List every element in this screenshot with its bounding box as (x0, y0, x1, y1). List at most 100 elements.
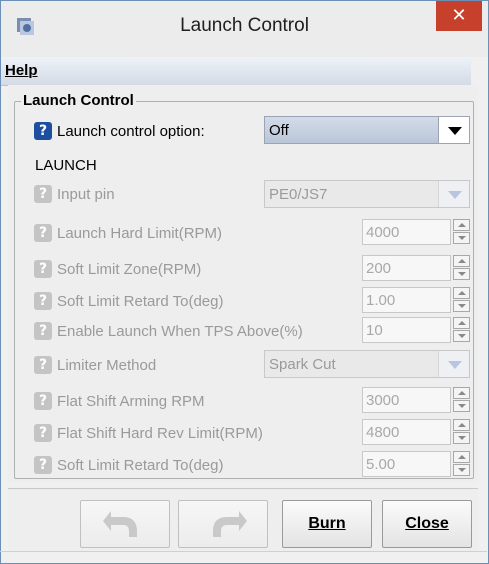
field-value: 1.00 (366, 292, 396, 309)
launch-hard-limit-spinner[interactable]: 4000 (362, 219, 470, 245)
redo-button[interactable] (178, 500, 268, 548)
chevron-down-icon (448, 191, 462, 199)
field-label: Limiter Method (57, 357, 157, 374)
spin-up-icon[interactable] (453, 317, 470, 329)
help-icon: ? (34, 322, 52, 340)
field-row-soft-limit-zone: ? Soft Limit Zone(RPM) (34, 257, 354, 283)
field-label: Input pin (57, 186, 115, 203)
spin-down-icon[interactable] (453, 232, 470, 244)
spin-down-icon[interactable] (453, 400, 470, 412)
spinner-buttons (453, 219, 470, 245)
burn-label: Burn (308, 515, 346, 532)
field-value: Spark Cut (269, 356, 336, 373)
soft-limit-zone-spinner[interactable]: 200 (362, 255, 470, 281)
help-icon: ? (34, 356, 52, 374)
undo-arrow-icon (103, 511, 137, 537)
input-pin-select[interactable]: PE0/JS7 (264, 180, 470, 208)
soft-limit-retard-spinner[interactable]: 1.00 (362, 287, 470, 313)
spin-down-icon[interactable] (453, 300, 470, 312)
help-icon: ? (34, 224, 52, 242)
dropdown-arrow[interactable] (438, 181, 469, 207)
field-label: Soft Limit Retard To(deg) (57, 457, 224, 474)
spin-up-icon[interactable] (453, 419, 470, 431)
field-value: 200 (366, 260, 392, 277)
field-label: Soft Limit Zone(RPM) (57, 261, 202, 278)
menu-help[interactable]: Help (5, 62, 38, 79)
dropdown-arrow[interactable] (438, 351, 469, 377)
field-value: 4000 (366, 224, 400, 241)
field-label: Flat Shift Arming RPM (57, 393, 205, 410)
spinner-field[interactable]: 10 (362, 317, 451, 343)
spinner-field[interactable]: 1.00 (362, 287, 451, 313)
dropdown-arrow[interactable] (438, 117, 469, 143)
field-row-soft-limit-retard: ? Soft Limit Retard To(deg) (34, 289, 354, 315)
spinner-field[interactable]: 3000 (362, 387, 451, 413)
menu-bar: Help (1, 57, 471, 86)
help-icon[interactable]: ? (34, 122, 52, 140)
launch-option-value: Off (269, 122, 289, 139)
field-label: Soft Limit Retard To(deg) (57, 293, 224, 310)
close-window-button[interactable]: ✕ (436, 1, 482, 31)
burn-button[interactable]: Burn (282, 500, 372, 548)
help-icon: ? (34, 456, 52, 474)
group-title: Launch Control (21, 92, 136, 109)
limiter-method-select[interactable]: Spark Cut (264, 350, 470, 378)
close-label: Close (405, 515, 449, 532)
help-icon: ? (34, 292, 52, 310)
window-title: Launch Control (180, 15, 309, 36)
spinner-buttons (453, 419, 470, 445)
enable-launch-tps-spinner[interactable]: 10 (362, 317, 470, 343)
spin-down-icon[interactable] (453, 432, 470, 444)
field-row-input-pin: ? Input pin (34, 182, 254, 208)
spin-up-icon[interactable] (453, 255, 470, 267)
soft-limit-retard-2-spinner[interactable]: 5.00 (362, 451, 470, 477)
flat-shift-arming-spinner[interactable]: 3000 (362, 387, 470, 413)
flat-shift-hard-rev-spinner[interactable]: 4800 (362, 419, 470, 445)
title-bar: Launch Control ✕ (1, 1, 488, 57)
field-value: 10 (366, 322, 383, 339)
help-icon: ? (34, 260, 52, 278)
launch-option-select[interactable]: Off (264, 116, 470, 144)
spinner-field[interactable]: 4800 (362, 419, 451, 445)
field-value: 4800 (366, 424, 400, 441)
spin-down-icon[interactable] (453, 330, 470, 342)
bottom-border (0, 551, 487, 552)
field-value: 5.00 (366, 456, 396, 473)
spin-up-icon[interactable] (453, 219, 470, 231)
spinner-buttons (453, 387, 470, 413)
field-row-soft-limit-retard-2: ? Soft Limit Retard To(deg) (34, 453, 354, 479)
close-icon: ✕ (451, 5, 467, 25)
spin-up-icon[interactable] (453, 287, 470, 299)
chevron-down-icon (448, 361, 462, 369)
field-label: Launch Hard Limit(RPM) (57, 225, 223, 242)
undo-button[interactable] (80, 500, 170, 548)
close-button[interactable]: Close (382, 500, 472, 548)
field-row-launch-hard-limit: ? Launch Hard Limit(RPM) (34, 221, 354, 247)
spin-down-icon[interactable] (453, 268, 470, 280)
spin-up-icon[interactable] (453, 451, 470, 463)
spinner-buttons (453, 451, 470, 477)
launch-option-label: Launch control option: (57, 123, 205, 140)
field-row-flat-shift-hard-rev: ? Flat Shift Hard Rev Limit(RPM) (34, 421, 354, 447)
help-icon: ? (34, 392, 52, 410)
spin-up-icon[interactable] (453, 387, 470, 399)
field-row-flat-shift-arming: ? Flat Shift Arming RPM (34, 389, 354, 415)
spinner-buttons (453, 255, 470, 281)
spinner-field[interactable]: 5.00 (362, 451, 451, 477)
section-label-launch: LAUNCH (35, 157, 97, 174)
redo-arrow-icon (213, 511, 247, 537)
field-row-limiter-method: ? Limiter Method (34, 353, 254, 379)
field-label: Flat Shift Hard Rev Limit(RPM) (57, 425, 263, 442)
spinner-buttons (453, 317, 470, 343)
field-value: PE0/JS7 (269, 186, 328, 203)
field-label: Enable Launch When TPS Above(%) (57, 323, 303, 340)
spinner-field[interactable]: 4000 (362, 219, 451, 245)
help-icon: ? (34, 185, 52, 203)
spin-down-icon[interactable] (453, 464, 470, 476)
spinner-buttons (453, 287, 470, 313)
chevron-down-icon (448, 127, 462, 135)
field-value: 3000 (366, 392, 400, 409)
field-row-enable-launch-tps: ? Enable Launch When TPS Above(%) (34, 319, 364, 345)
spinner-field[interactable]: 200 (362, 255, 451, 281)
help-icon: ? (34, 424, 52, 442)
